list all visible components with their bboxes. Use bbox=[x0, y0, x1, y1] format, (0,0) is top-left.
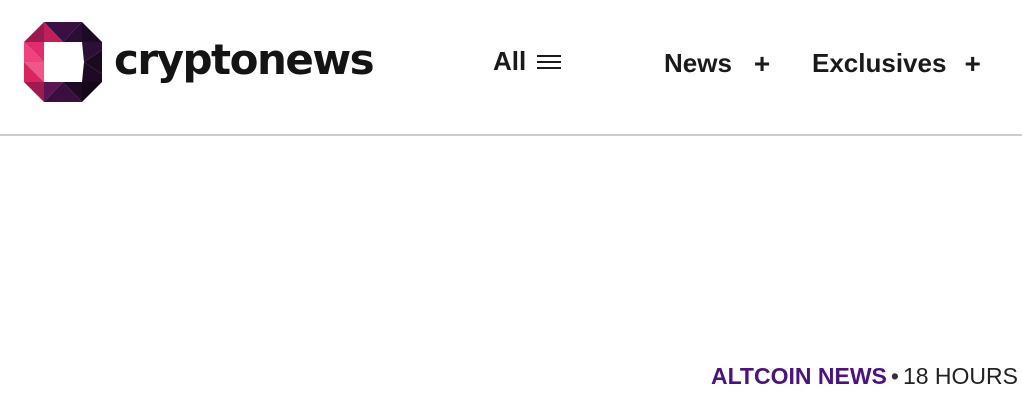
nav-item-exclusives[interactable]: Exclusives + bbox=[812, 48, 981, 79]
brand-name: cryptonews bbox=[114, 35, 375, 84]
meta-separator: • bbox=[890, 363, 899, 389]
hamburger-menu-icon bbox=[537, 54, 562, 69]
plus-icon[interactable]: + bbox=[964, 49, 980, 78]
article-category-link[interactable]: ALTCOIN NEWS bbox=[711, 363, 887, 389]
nav-all-label: All bbox=[493, 46, 527, 76]
nav-all-menu[interactable]: All bbox=[493, 46, 562, 77]
article-timestamp: 18 HOURS bbox=[902, 363, 1018, 389]
logo-link[interactable]: cryptonews bbox=[24, 22, 375, 102]
nav-item-news[interactable]: News + bbox=[664, 48, 770, 79]
cryptonews-logo-icon bbox=[24, 22, 102, 102]
plus-icon[interactable]: + bbox=[754, 49, 770, 78]
site-header: cryptonews All News + Exclusives + bbox=[0, 0, 1022, 136]
article-meta: ALTCOIN NEWS • 18 HOURS bbox=[711, 362, 1018, 390]
nav-item-news-label: News bbox=[664, 48, 732, 78]
nav-item-exclusives-label: Exclusives bbox=[812, 48, 947, 78]
